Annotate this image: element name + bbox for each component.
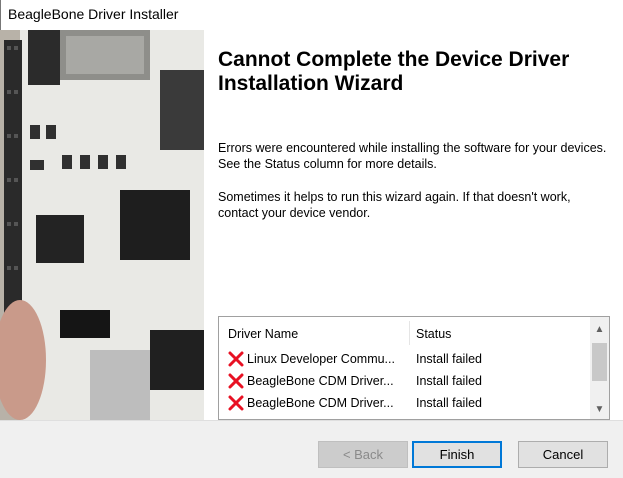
- list-item[interactable]: BeagleBone CDM Driver... Install failed: [219, 371, 590, 393]
- column-divider[interactable]: [409, 321, 410, 345]
- driver-status: Install failed: [416, 396, 483, 410]
- title-bar: BeagleBone Driver Installer: [0, 0, 623, 30]
- column-header-driver-name[interactable]: Driver Name: [228, 327, 298, 341]
- beaglebone-board-image: [0, 30, 204, 420]
- vertical-scrollbar[interactable]: ▲ ▼: [590, 317, 609, 419]
- driver-status: Install failed: [416, 374, 483, 388]
- list-item[interactable]: BeagleBone CDM Driver... Install failed: [219, 393, 590, 415]
- column-header-status[interactable]: Status: [416, 327, 451, 341]
- driver-name: Linux Developer Commu...: [247, 352, 395, 366]
- error-description: Errors were encountered while installing…: [218, 141, 607, 171]
- error-x-icon: [228, 351, 244, 367]
- error-x-icon: [228, 395, 244, 411]
- retry-hint: Sometimes it helps to run this wizard ag…: [218, 190, 571, 220]
- error-x-icon: [228, 373, 244, 389]
- wizard-side-image: [0, 30, 204, 420]
- driver-status-list[interactable]: Driver Name Status Linux Developer Commu…: [218, 316, 610, 420]
- page-title: Cannot Complete the Device Driver Instal…: [218, 48, 570, 95]
- button-bar: < Back Finish Cancel: [0, 420, 623, 478]
- chevron-up-icon[interactable]: ▲: [590, 321, 609, 339]
- chevron-down-icon[interactable]: ▼: [590, 401, 609, 419]
- wizard-content: Cannot Complete the Device Driver Instal…: [204, 30, 623, 420]
- driver-status: Install failed: [416, 352, 483, 366]
- driver-name: BeagleBone CDM Driver...: [247, 396, 394, 410]
- list-header: Driver Name Status: [219, 317, 590, 349]
- driver-name: BeagleBone CDM Driver...: [247, 374, 394, 388]
- scroll-thumb[interactable]: [592, 343, 607, 381]
- window-title: BeagleBone Driver Installer: [8, 6, 179, 22]
- back-button[interactable]: < Back: [318, 441, 408, 468]
- list-item[interactable]: Linux Developer Commu... Install failed: [219, 349, 590, 371]
- cancel-button[interactable]: Cancel: [518, 441, 608, 468]
- finish-button[interactable]: Finish: [412, 441, 502, 468]
